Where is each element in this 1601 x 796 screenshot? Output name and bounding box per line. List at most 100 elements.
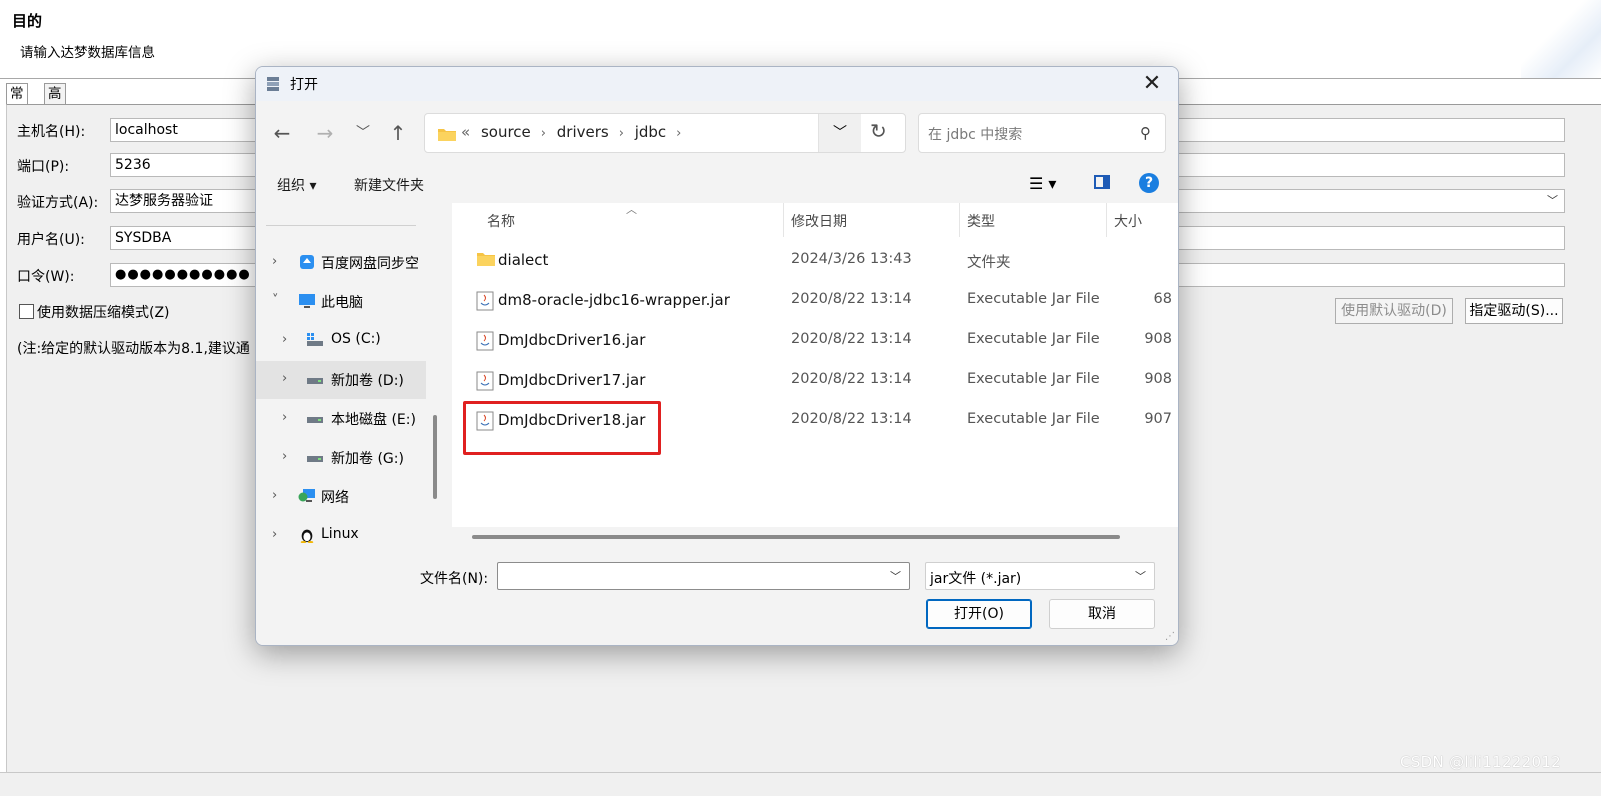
file-list-horizontal-scrollbar[interactable]: [452, 527, 1178, 545]
address-bar[interactable]: « source › drivers › jdbc › ﹀: [424, 113, 906, 153]
nav-item-label: 新加卷 (D:): [331, 373, 404, 389]
column-divider[interactable]: [783, 203, 784, 237]
open-file-dialog: 打开 ✕ ← → ﹀ ↑ « source › drivers › jdbc › ﹀ …: [255, 66, 1179, 646]
nav-scrollbar[interactable]: [433, 415, 437, 499]
nav-item-drive-c[interactable]: › OS (C:): [256, 322, 426, 360]
tab-advanced[interactable]: 高级: [44, 83, 66, 122]
refresh-icon[interactable]: ↻: [870, 119, 887, 143]
breadcrumb-separator-icon: ›: [540, 126, 546, 141]
recent-locations-chevron-icon[interactable]: ﹀: [349, 119, 377, 147]
file-type: 文件夹: [967, 255, 1011, 271]
wizard-subtitle: 请输入达梦数据库信息: [20, 45, 155, 61]
nav-item-label: 本地磁盘 (E:): [331, 412, 416, 428]
jar-file-icon: [476, 331, 494, 351]
scrollbar-thumb[interactable]: [472, 535, 1120, 539]
specify-driver-button[interactable]: 指定驱动(S)...: [1465, 298, 1563, 324]
resize-grip-icon[interactable]: ⋰: [1165, 631, 1175, 642]
chevron-right-icon[interactable]: ›: [282, 332, 287, 347]
preview-pane-icon[interactable]: [1094, 175, 1110, 189]
chevron-right-icon[interactable]: ›: [282, 449, 287, 464]
back-arrow-icon[interactable]: ←: [268, 119, 296, 147]
tab-general[interactable]: 常规: [6, 83, 28, 122]
nav-item-label: 此电脑: [321, 295, 363, 311]
breadcrumb-separator-icon: ›: [618, 126, 624, 141]
file-type-filter[interactable]: jar文件 (*.jar) ﹀: [925, 562, 1155, 590]
breadcrumb-overflow[interactable]: «: [461, 123, 470, 141]
help-icon[interactable]: ?: [1139, 173, 1159, 193]
wizard-bottom-bar: [0, 772, 1601, 796]
chevron-down-icon: ﹀: [1135, 570, 1146, 583]
file-modified: 2020/8/22 13:14: [791, 371, 912, 387]
chevron-right-icon[interactable]: ›: [272, 488, 277, 503]
chevron-right-icon[interactable]: ›: [272, 254, 277, 269]
file-size: 908: [1144, 331, 1172, 347]
watermark: CSDN @lili11222012: [1400, 753, 1561, 771]
host-label: 主机名(H):: [17, 124, 86, 140]
dialog-title: 打开: [290, 77, 318, 93]
nav-item-network[interactable]: › 网络: [256, 478, 426, 516]
chevron-down-icon[interactable]: ˅: [272, 293, 279, 308]
drive-icon: [307, 378, 323, 384]
baidu-netdisk-icon: [300, 255, 314, 269]
column-divider[interactable]: [959, 203, 960, 237]
auth-label: 验证方式(A):: [17, 195, 99, 211]
nav-item-this-pc[interactable]: ˅ 此电脑: [256, 283, 426, 321]
file-row-driver17-jar[interactable]: DmJdbcDriver17.jar 2020/8/22 13:14 Execu…: [452, 361, 1178, 401]
close-icon[interactable]: ✕: [1132, 69, 1172, 99]
app-icon: [267, 77, 279, 91]
file-row-wrapper-jar[interactable]: dm8-oracle-jdbc16-wrapper.jar 2020/8/22 …: [452, 281, 1178, 321]
chevron-right-icon[interactable]: ›: [272, 527, 277, 542]
column-divider[interactable]: [1106, 203, 1107, 237]
search-icon: ⚲: [1140, 124, 1151, 142]
nav-item-label: 新加卷 (G:): [331, 451, 404, 467]
column-header-type[interactable]: 类型: [967, 211, 995, 231]
nav-item-baidu-netdisk[interactable]: › 百度网盘同步空: [256, 244, 426, 282]
breadcrumb-item-source[interactable]: source: [481, 123, 531, 141]
file-size: 68: [1153, 291, 1172, 307]
breadcrumb-item-drivers[interactable]: drivers: [557, 123, 609, 141]
sort-ascending-icon: ︿: [626, 203, 637, 216]
windows-drive-icon: [307, 333, 323, 346]
nav-item-drive-d[interactable]: › 新加卷 (D:): [256, 361, 426, 399]
new-folder-button[interactable]: 新建文件夹: [354, 175, 424, 195]
file-row-dialect[interactable]: dialect 2024/3/26 13:43 文件夹: [452, 241, 1178, 281]
file-list: ︿ 名称 修改日期 类型 大小 dialect 2024/3/26 13:43 …: [452, 203, 1178, 545]
chevron-down-icon[interactable]: ﹀: [890, 568, 901, 584]
header-decoration: [1521, 0, 1601, 78]
compress-checkbox[interactable]: [19, 304, 34, 319]
address-dropdown-chevron-icon[interactable]: ﹀: [818, 114, 861, 152]
file-type: Executable Jar File: [967, 411, 1100, 427]
forward-arrow-icon[interactable]: →: [311, 119, 339, 147]
nav-item-label: Linux: [321, 526, 359, 542]
nav-item-drive-g[interactable]: › 新加卷 (G:): [256, 439, 426, 477]
up-arrow-icon[interactable]: ↑: [384, 119, 412, 147]
view-options-icon[interactable]: ☰ ▾: [1029, 174, 1056, 193]
search-box[interactable]: 在 jdbc 中搜索 ⚲: [918, 113, 1166, 153]
file-modified: 2024/3/26 13:43: [791, 251, 912, 267]
breadcrumb-item-jdbc[interactable]: jdbc: [635, 123, 666, 141]
chevron-down-icon: ﹀: [1547, 194, 1558, 207]
file-modified: 2020/8/22 13:14: [791, 331, 912, 347]
filename-input[interactable]: ﹀: [497, 562, 910, 590]
organize-button[interactable]: 组织 ▾: [277, 175, 316, 195]
column-header-name[interactable]: 名称: [487, 211, 515, 231]
chevron-right-icon[interactable]: ›: [282, 410, 287, 425]
port-label: 端口(P):: [17, 159, 70, 175]
jar-file-icon: [476, 371, 494, 391]
navigation-bar: ← → ﹀ ↑ « source › drivers › jdbc › ﹀ ↻ 在 j…: [256, 101, 1178, 165]
nav-item-linux[interactable]: › Linux: [256, 517, 426, 545]
nav-item-drive-e[interactable]: › 本地磁盘 (E:): [256, 400, 426, 438]
chevron-right-icon[interactable]: ›: [282, 371, 287, 386]
file-size: 908: [1144, 371, 1172, 387]
drive-icon: [307, 456, 323, 462]
column-header-size[interactable]: 大小: [1114, 211, 1142, 231]
default-driver-button[interactable]: 使用默认驱动(D): [1335, 298, 1453, 324]
file-row-driver16-jar[interactable]: DmJdbcDriver16.jar 2020/8/22 13:14 Execu…: [452, 321, 1178, 361]
column-header-modified[interactable]: 修改日期: [791, 211, 847, 231]
file-type: Executable Jar File: [967, 371, 1100, 387]
file-type: Executable Jar File: [967, 291, 1100, 307]
open-button[interactable]: 打开(O): [926, 599, 1032, 629]
command-bar: 组织 ▾ 新建文件夹 ☰ ▾ ?: [256, 165, 1178, 203]
cancel-button[interactable]: 取消: [1049, 599, 1155, 629]
linux-penguin-icon: [300, 529, 314, 543]
